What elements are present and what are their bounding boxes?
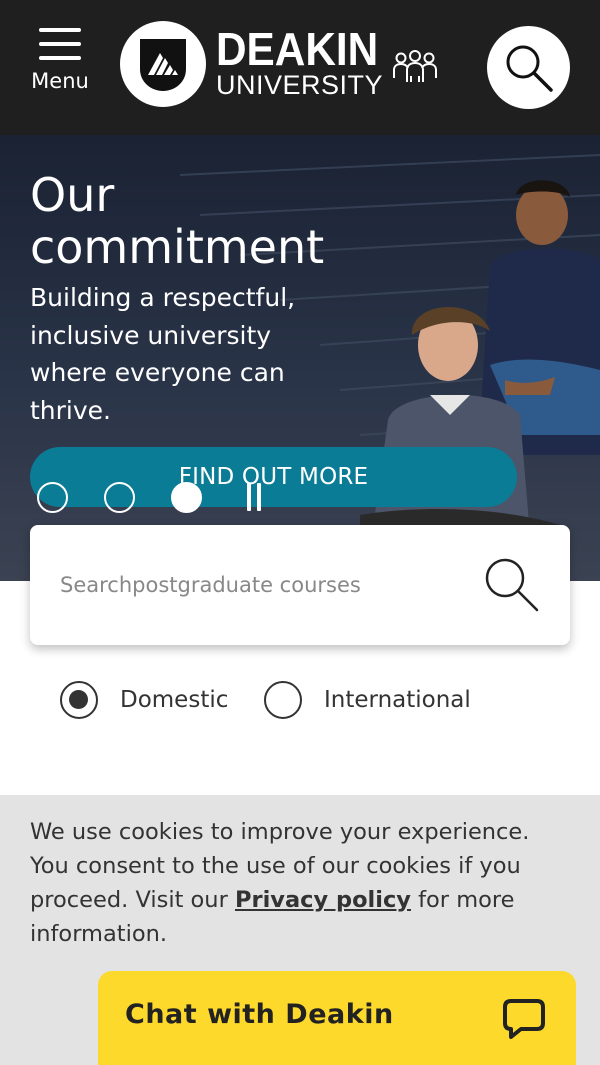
course-search-input[interactable] <box>60 565 480 605</box>
hero-banner: Our commitment Building a respectful, in… <box>0 135 600 581</box>
hero-subtitle: Building a respectful, inclusive univers… <box>30 283 296 425</box>
header-search-button[interactable] <box>487 26 570 109</box>
radio-international-label: International <box>324 687 471 713</box>
chat-with-deakin-button[interactable]: Chat with Deakin <box>98 971 576 1065</box>
menu-label: Menu <box>31 69 89 93</box>
radio-international-control[interactable] <box>264 681 302 719</box>
deakin-logo[interactable] <box>120 21 206 107</box>
site-header: Menu DEAKIN UNIVERSITY <box>0 0 600 135</box>
menu-icon <box>28 28 92 60</box>
chat-bubble-icon <box>503 999 545 1039</box>
carousel-pause-button[interactable] <box>244 483 264 513</box>
deakin-shield-icon <box>140 39 186 91</box>
pause-icon <box>247 483 251 511</box>
chat-label: Chat with Deakin <box>125 999 394 1030</box>
hero-title: Our commitment <box>30 168 325 274</box>
radio-international[interactable]: International <box>264 680 471 720</box>
carousel-dot-3[interactable] <box>171 482 202 513</box>
people-icon[interactable] <box>392 48 438 84</box>
logo-line-university: UNIVERSITY <box>216 70 384 100</box>
menu-button[interactable]: Menu <box>28 28 92 103</box>
search-icon <box>506 45 553 92</box>
privacy-policy-link[interactable]: Privacy policy <box>235 887 411 913</box>
radio-domestic[interactable]: Domestic <box>60 680 228 720</box>
carousel-dot-2[interactable] <box>104 482 135 513</box>
logo-wordmark[interactable]: DEAKIN UNIVERSITY <box>216 26 392 99</box>
carousel-dot-1[interactable] <box>37 482 68 513</box>
logo-line-deakin: DEAKIN <box>216 23 379 75</box>
radio-domestic-label: Domestic <box>120 687 229 713</box>
course-search-card <box>30 525 570 645</box>
radio-domestic-control[interactable] <box>60 681 98 719</box>
search-submit-icon[interactable] <box>482 555 542 615</box>
cookie-message: We use cookies to improve your experienc… <box>30 819 530 947</box>
